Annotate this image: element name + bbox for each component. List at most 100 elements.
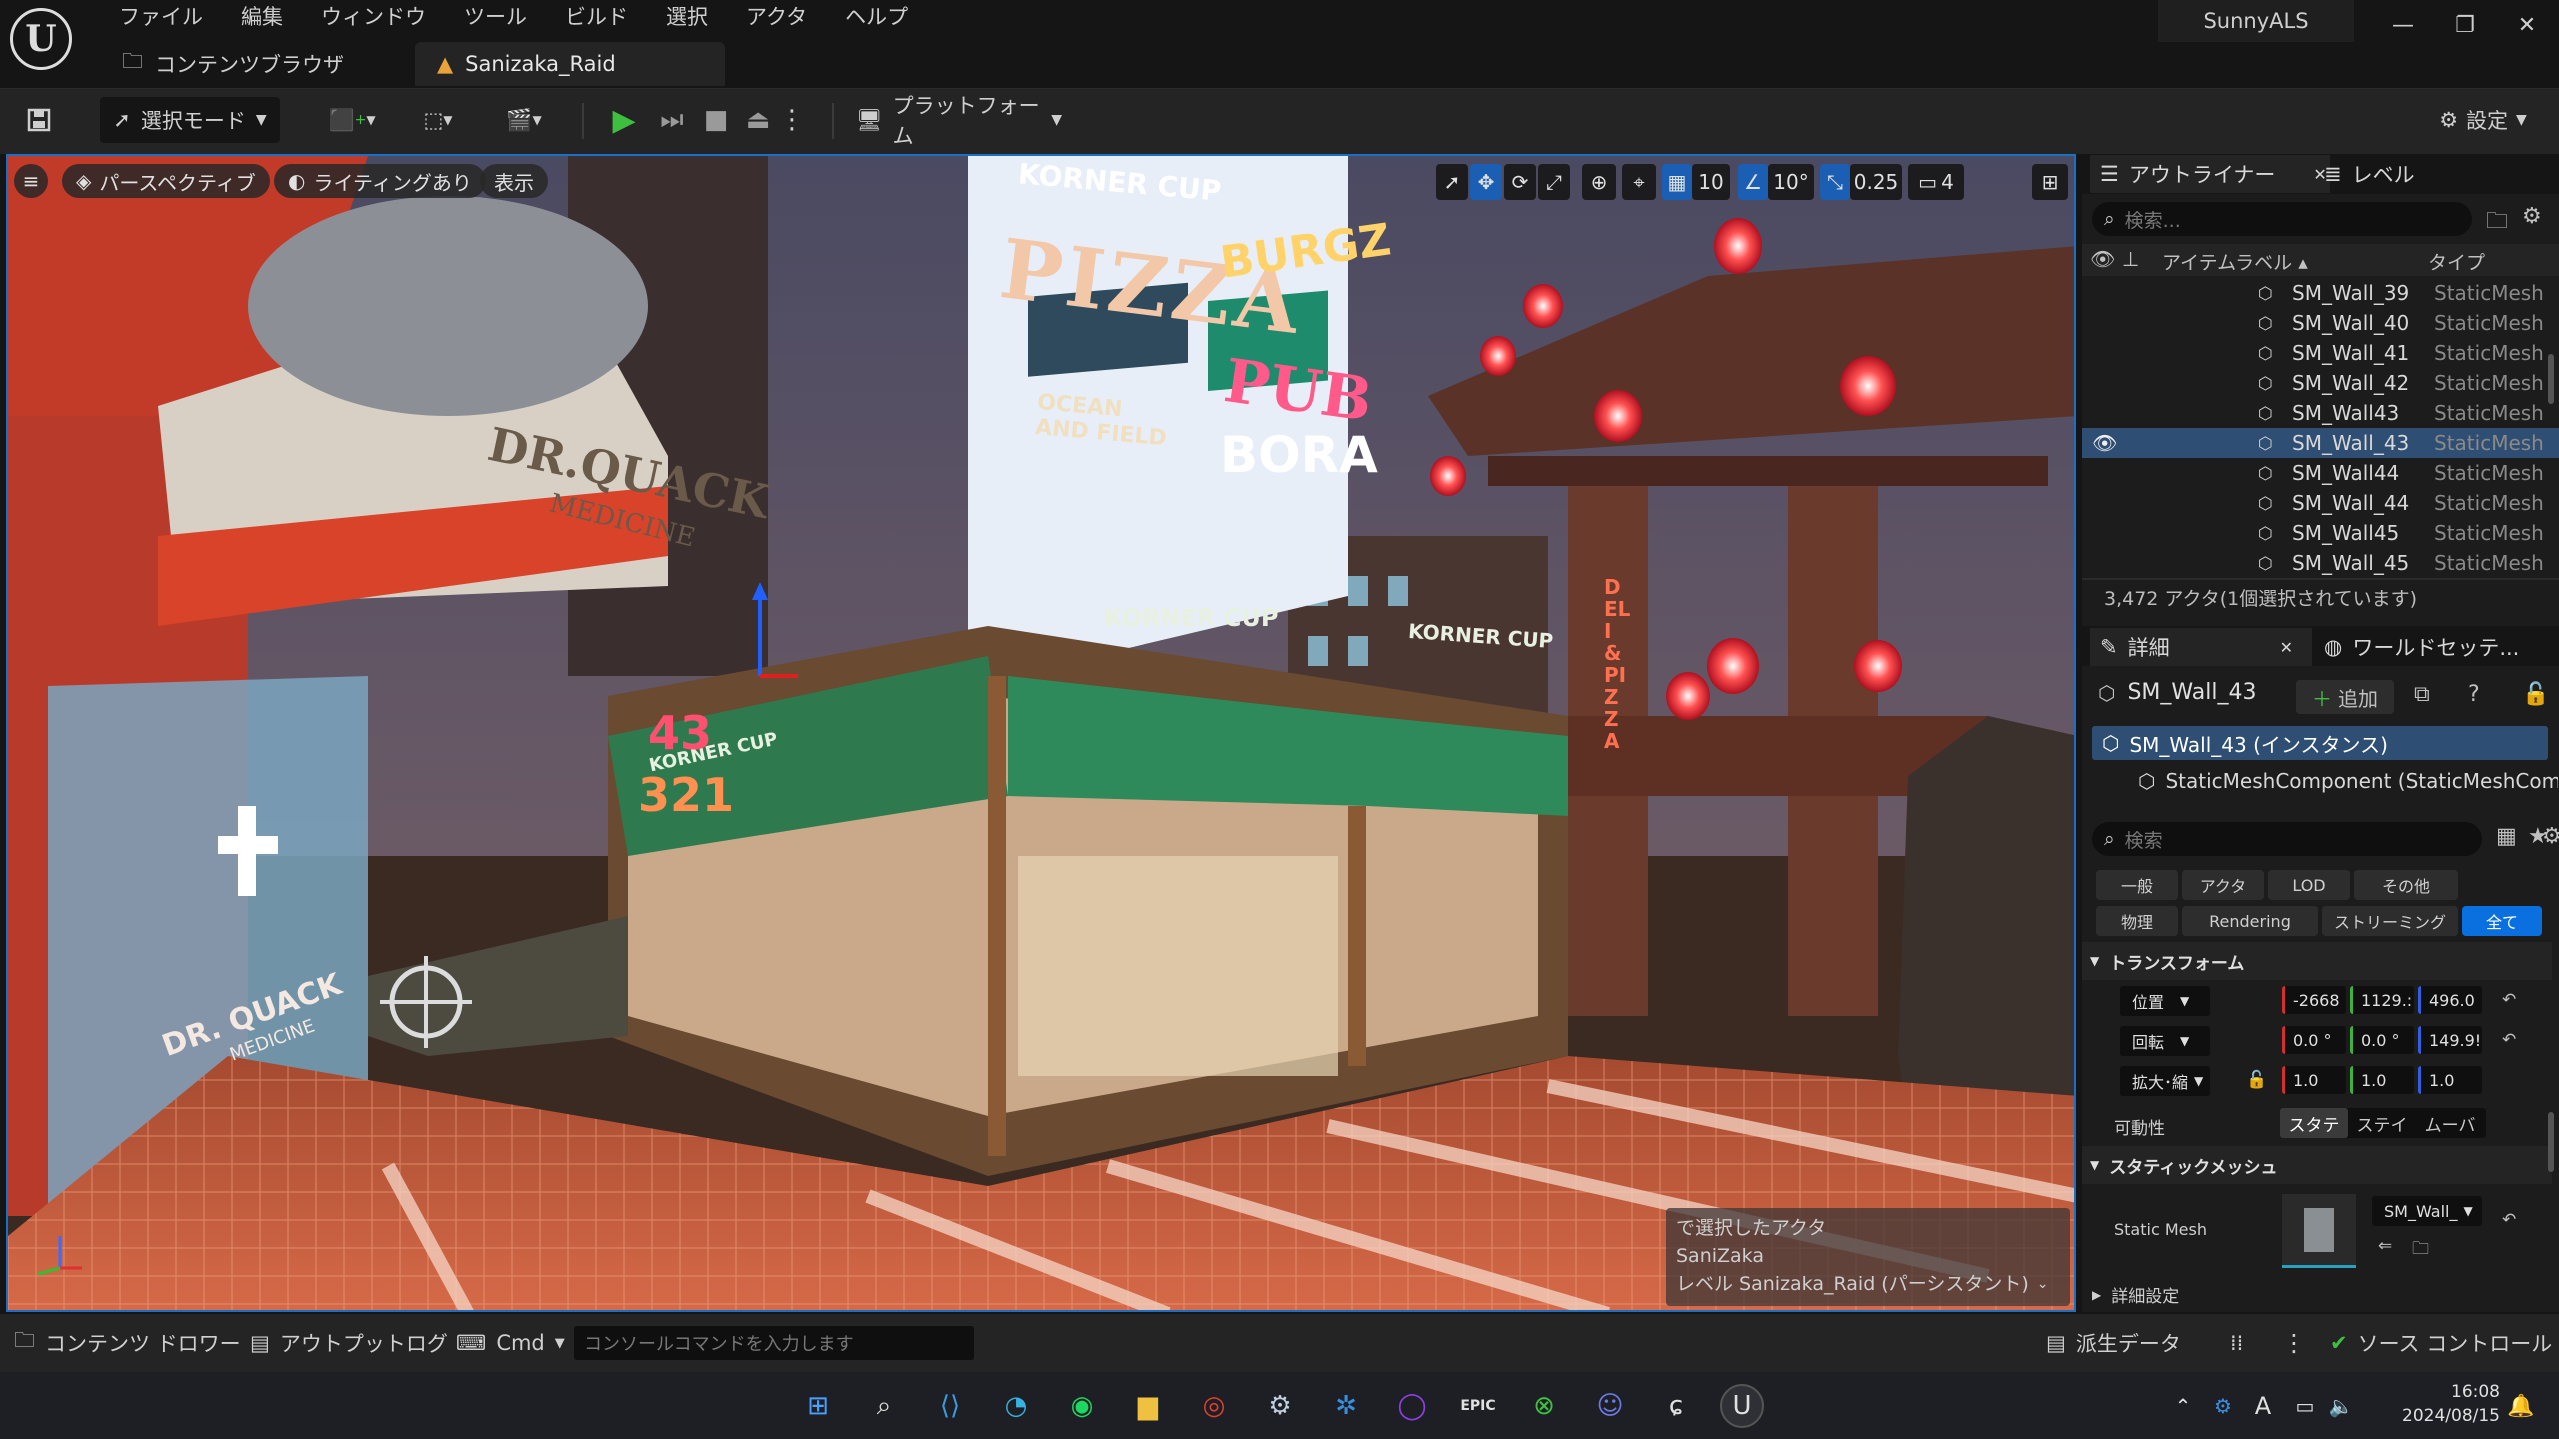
viewport-layout-button[interactable]: ⊞ — [2032, 164, 2068, 200]
rotation-z[interactable]: 149.9! — [2418, 1026, 2482, 1054]
tab-levels[interactable]: ≣ レベル — [2324, 155, 2415, 193]
volume-icon[interactable]: 🔈 — [2326, 1384, 2356, 1428]
rotation-x[interactable]: 0.0 ° — [2282, 1026, 2346, 1054]
unreal-engine-taskbar-icon[interactable]: U — [1720, 1384, 1764, 1428]
static-mesh-thumbnail[interactable] — [2282, 1194, 2356, 1268]
outliner-row[interactable]: ⬡ SM_Wall_39 StaticMesh — [2082, 278, 2559, 308]
lock-icon[interactable]: 🔓 — [2246, 1070, 2267, 1090]
cinematics-button[interactable]: 🎬 ▼ — [492, 97, 556, 143]
lighting-mode-button[interactable]: ◐ ライティングあり — [274, 164, 486, 198]
scale-snap-toggle[interactable]: ⤡ — [1820, 164, 1850, 200]
component-child[interactable]: ⬡ StaticMeshComponent (StaticMeshCompo — [2138, 764, 2558, 798]
translate-tool-button[interactable]: ✥ — [1470, 164, 1502, 200]
selection-mode-dropdown[interactable]: ➚ 選択モード ▼ — [100, 97, 280, 143]
console-input[interactable]: コンソールコマンドを入力します — [574, 1326, 974, 1360]
chevron-down-icon[interactable]: ⌄ — [2037, 1270, 2049, 1298]
world-local-button[interactable]: ⊕ — [1582, 164, 1616, 200]
filter-all[interactable]: 全て — [2462, 906, 2542, 936]
tab-content-browser[interactable]: 🗀 コンテンツブラウザ — [100, 42, 415, 86]
transform-section-header[interactable]: ▼ トランスフォーム — [2082, 942, 2552, 980]
rotation-dropdown[interactable]: 回転 ▼ — [2120, 1026, 2210, 1056]
reset-icon[interactable]: ↶ — [2502, 1030, 2516, 1050]
scale-dropdown[interactable]: 拡大･縮 ▼ — [2120, 1066, 2210, 1096]
level-viewport[interactable]: PIZZA PUB BURGZ BORA OCEAN AND FIELD KOR… — [6, 154, 2076, 1312]
viewport-menu-button[interactable]: ≡ — [14, 164, 48, 198]
use-asset-icon[interactable]: ⇐ — [2378, 1236, 2392, 1256]
advanced-expander[interactable]: ▶ 詳細設定 — [2092, 1282, 2179, 1307]
steam-icon[interactable]: ⚙ — [1258, 1384, 1302, 1428]
mobility-stationary[interactable]: ステイ — [2348, 1108, 2416, 1138]
rotation-snap-toggle[interactable]: ∠ — [1738, 164, 1768, 200]
battlenet-icon[interactable]: ✲ — [1324, 1384, 1368, 1428]
perspective-button[interactable]: ◈ パースペクティブ — [62, 164, 270, 198]
vscode-icon[interactable]: ⟨⟩ — [928, 1384, 972, 1428]
gear-icon[interactable]: ⚙ — [2542, 824, 2559, 849]
col-type[interactable]: タイプ — [2428, 248, 2485, 275]
outliner-row-selected[interactable]: 👁 ⬡ SM_Wall_43 StaticMesh — [2082, 428, 2559, 458]
eye-icon[interactable]: 👁 — [2092, 431, 2117, 455]
lock-icon[interactable]: 🔓 — [2522, 682, 2549, 707]
tab-details[interactable]: ✎ 詳細 ✕ — [2090, 628, 2312, 666]
output-log-button[interactable]: ▤ アウトプットログ — [250, 1326, 448, 1360]
blueprint-icon[interactable]: ⧉ — [2414, 682, 2430, 707]
reset-icon[interactable]: ↶ — [2502, 1210, 2516, 1230]
close-button[interactable]: ✕ — [2496, 0, 2558, 50]
settings-button[interactable]: ⚙ 設定 ▼ — [2424, 97, 2542, 143]
grid-snap-value[interactable]: 10 — [1692, 164, 1730, 200]
filter-other[interactable]: その他 — [2354, 870, 2458, 900]
eye-icon[interactable]: 👁 — [2090, 247, 2115, 271]
save-button[interactable] — [18, 97, 60, 143]
network-icon[interactable]: ▭ — [2290, 1384, 2320, 1428]
derived-data-button[interactable]: ▤ 派生データ — [2046, 1326, 2181, 1360]
location-z[interactable]: 496.0 — [2418, 986, 2482, 1014]
step-button[interactable]: ⏭ — [652, 97, 692, 143]
location-dropdown[interactable]: 位置 ▼ — [2120, 986, 2210, 1016]
chevron-up-icon[interactable]: ⌃ — [2168, 1384, 2198, 1428]
chrome-icon[interactable]: ◎ — [1192, 1384, 1236, 1428]
browse-asset-icon[interactable]: 🗀 — [2412, 1236, 2429, 1265]
filter-lod[interactable]: LOD — [2268, 870, 2350, 900]
outliner-search-input[interactable]: ⌕ 検索... — [2092, 202, 2472, 236]
table-view-icon[interactable]: ▦ — [2496, 824, 2517, 849]
menu-select[interactable]: 選択 — [647, 0, 727, 34]
location-x[interactable]: -2668 — [2282, 986, 2346, 1014]
menu-file[interactable]: ファイル — [100, 0, 222, 34]
eject-button[interactable]: ⏏ — [738, 97, 778, 143]
outliner-row[interactable]: ⬡ SM_Wall_42 StaticMesh — [2082, 368, 2559, 398]
play-button[interactable]: ▶ — [604, 97, 644, 143]
menu-window[interactable]: ウィンドウ — [302, 0, 445, 34]
outliner-row[interactable]: ⬡ SM_Wall_44 StaticMesh — [2082, 488, 2559, 518]
show-button[interactable]: 表示 — [480, 164, 548, 198]
filter-streaming[interactable]: ストリーミング — [2322, 906, 2458, 936]
outliner-row[interactable]: ⬡ SM_Wall44 StaticMesh — [2082, 458, 2559, 488]
outliner-row[interactable]: ⬡ SM_Wall43 StaticMesh — [2082, 398, 2559, 428]
mobility-movable[interactable]: ムーバ — [2416, 1108, 2484, 1138]
scale-snap-value[interactable]: 0.25 — [1850, 164, 1902, 200]
filter-physics[interactable]: 物理 — [2096, 906, 2178, 936]
restore-button[interactable]: ❐ — [2434, 0, 2496, 50]
scale-x[interactable]: 1.0 — [2282, 1066, 2346, 1094]
details-scrollbar[interactable] — [2548, 1112, 2554, 1172]
tab-world-settings[interactable]: ◍ ワールドセッテ... — [2324, 628, 2519, 666]
filter-rendering[interactable]: Rendering — [2182, 906, 2318, 936]
col-item-label[interactable]: アイテムラベル ▴ — [2162, 248, 2308, 275]
ime-indicator[interactable]: A — [2248, 1384, 2278, 1428]
outliner-scrollbar[interactable] — [2548, 354, 2554, 404]
tab-outliner[interactable]: ☰ アウトライナー ✕ — [2090, 155, 2330, 193]
scale-y[interactable]: 1.0 — [2350, 1066, 2414, 1094]
pin-icon[interactable]: ⊥ — [2122, 247, 2139, 271]
start-icon[interactable]: ⊞ — [796, 1384, 840, 1428]
obs-icon[interactable]: ◯ — [1390, 1384, 1434, 1428]
edge-icon[interactable]: ◔ — [994, 1384, 1038, 1428]
menu-edit[interactable]: 編集 — [222, 0, 302, 34]
grid-snap-toggle[interactable]: ▦ — [1662, 164, 1692, 200]
help-icon[interactable]: ? — [2468, 682, 2480, 707]
discord-icon[interactable]: ☺ — [1588, 1384, 1632, 1428]
content-drawer-button[interactable]: 🗀 コンテンツ ドロワー — [14, 1326, 241, 1360]
mobility-static[interactable]: スタテ — [2280, 1108, 2348, 1138]
play-options-button[interactable]: ⋮ — [779, 97, 805, 143]
minimize-button[interactable]: — — [2372, 0, 2434, 50]
rotate-tool-button[interactable]: ⟳ — [1504, 164, 1536, 200]
spotify-icon[interactable]: ◉ — [1060, 1384, 1104, 1428]
tab-sanizaka-raid[interactable]: ▲ Sanizaka_Raid — [415, 42, 725, 86]
